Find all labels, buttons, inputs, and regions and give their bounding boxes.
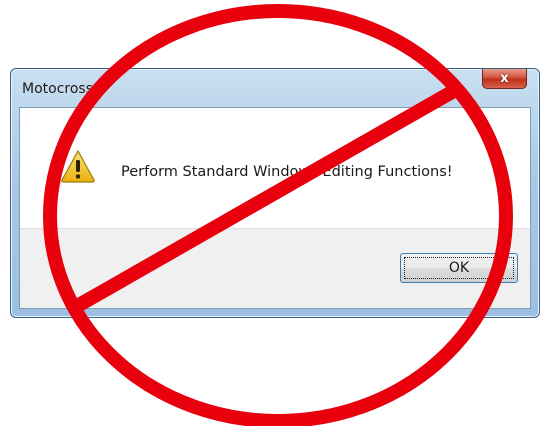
message-text: Perform Standard Windows Editing Functio… [121, 164, 453, 180]
dialog-client-area: Perform Standard Windows Editing Functio… [19, 107, 531, 309]
title-bar[interactable]: Motocross x [11, 69, 539, 105]
close-button[interactable]: x [482, 69, 527, 89]
button-area: OK [20, 228, 530, 308]
warning-triangle-icon [61, 150, 95, 183]
close-icon: x [500, 71, 509, 86]
message-dialog: Motocross x Perform Standard Windows Edi… [10, 68, 540, 318]
ok-button[interactable]: OK [400, 253, 518, 283]
window-title: Motocross [22, 81, 93, 97]
screenshot-stage: Motocross x Perform Standard Windows Edi… [0, 0, 546, 426]
message-area: Perform Standard Windows Editing Functio… [20, 108, 530, 228]
